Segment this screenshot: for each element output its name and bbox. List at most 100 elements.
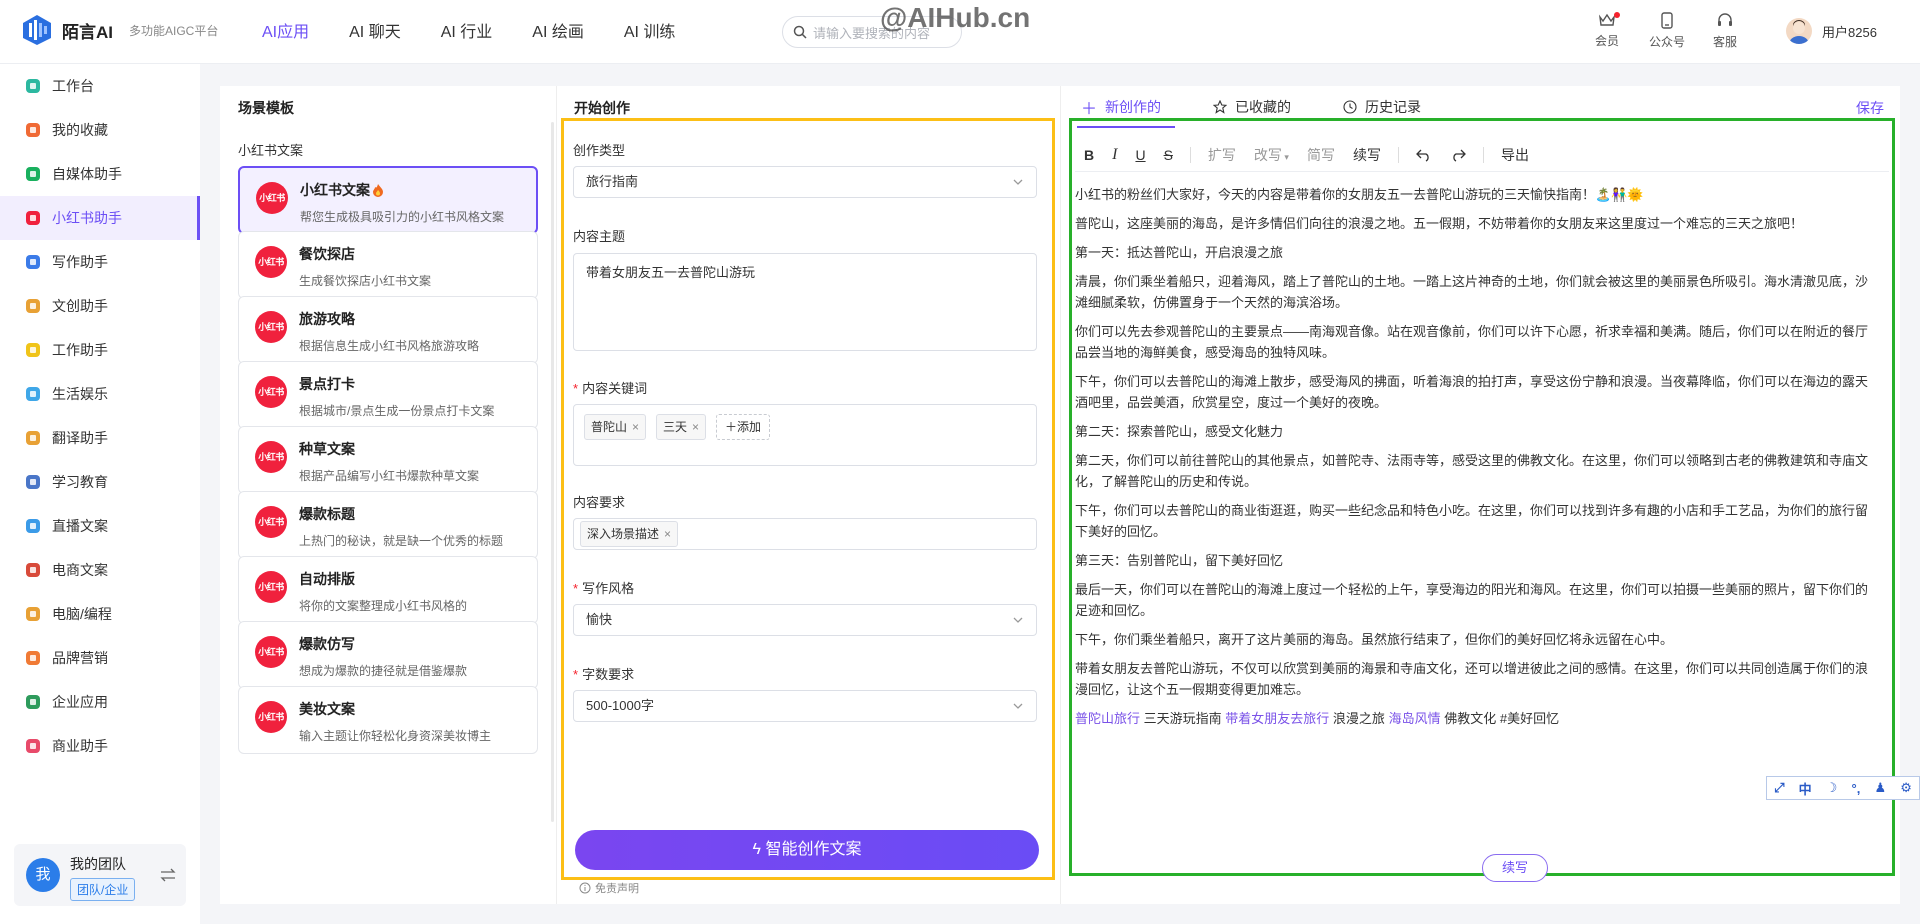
logo[interactable]: 陌言AI 多功能AIGC平台 [22,14,218,46]
sidebar-item[interactable]: 生活娱乐 [0,372,200,416]
requirement-tag-label: 深入场景描述 [587,527,660,541]
editor-content[interactable]: 小红书的粉丝们大家好，今天的内容是带着你的女朋友五一去普陀山游玩的三天愉快指南！… [1075,184,1879,808]
sidebar-item[interactable]: 学习教育 [0,460,200,504]
template-card[interactable]: 小红书 旅游攻略 根据信息生成小红书风格旅游攻略 [238,296,538,364]
top-bar: 陌言AI 多功能AIGC平台 AI应用 AI 聊天 AI 行业 AI 绘画 AI… [0,0,1920,64]
workbench-icon [26,79,40,93]
strike-button[interactable]: S [1155,147,1182,163]
gear-icon[interactable]: ⚙ [1900,780,1912,796]
close-icon[interactable]: × [632,420,639,434]
nav-ai-training[interactable]: AI 训练 [624,0,676,64]
export-button[interactable]: 导出 [1492,145,1538,165]
sidebar-item[interactable]: 小红书助手 [0,196,200,240]
template-card-desc: 上热门的秘诀，就是缺一个优秀的标题 [299,534,504,548]
member-button[interactable]: 会员 [1582,12,1632,49]
topic-textarea[interactable]: 带着女朋友五一去普陀山游玩 [573,253,1037,351]
sidebar-item[interactable]: 文创助手 [0,284,200,328]
expand-button[interactable]: 扩写 [1199,145,1245,165]
sidebar-item[interactable]: 我的收藏 [0,108,200,152]
logo-icon [23,15,51,45]
team-tag: 团队/企业 [70,878,136,901]
sidebar-item[interactable]: 企业应用 [0,680,200,724]
keywords-input[interactable]: 普陀山 × 三天 × ＋添加 [573,404,1037,466]
switch-icon[interactable] [160,868,176,882]
sidebar-item-label: 商业助手 [52,738,108,754]
nav-ai-apps[interactable]: AI应用 [262,0,309,64]
template-card[interactable]: 小红书 小红书文案 帮您生成极具吸引力的小红书风格文案 [238,166,538,234]
underline-button[interactable]: U [1126,147,1154,163]
content-paragraph: 你们可以先去参观普陀山的主要景点——南海观音像。站在观音像前，你们可以许下心愿，… [1075,324,1869,360]
xiaohongshu-icon: 小红书 [255,246,287,278]
template-card[interactable]: 小红书 餐饮探店 生成餐饮探店小红书文案 [238,231,538,299]
continue-write-button[interactable]: 续写 [1344,145,1390,165]
sidebar-item[interactable]: 品牌营销 [0,636,200,680]
generate-button[interactable]: ϟ 智能创作文案 [575,830,1039,870]
scrollbar[interactable] [551,122,554,822]
sidebar-item[interactable]: 写作助手 [0,240,200,284]
close-icon[interactable]: × [664,527,671,541]
nav-ai-industry[interactable]: AI 行业 [441,0,493,64]
simplify-button[interactable]: 简写 [1298,145,1344,165]
type-select[interactable]: 旅行指南 [573,166,1037,198]
requirement-tag[interactable]: 深入场景描述 × [580,521,679,547]
creation-form-panel: 开始创作 创作类型 旅行指南 内容主题 带着女朋友五一去普陀山游玩 * 内容关键词… [556,86,1060,904]
content-paragraph: 第二天，你们可以前往普陀山的其他景点，如普陀寺、法雨寺等，感受这里的佛教文化。在… [1075,453,1869,489]
keyword-tag[interactable]: 三天 × [656,414,707,440]
content-paragraph: 清晨，你们乘坐着船只，迎着海风，踏上了普陀山的土地。一踏上这片神奇的土地，你们就… [1075,274,1869,310]
sidebar-item[interactable]: 电商文案 [0,548,200,592]
close-icon[interactable]: × [692,420,699,434]
official-account-button[interactable]: 公众号 [1642,12,1692,50]
template-card[interactable]: 小红书 景点打卡 根据城市/景点生成一份景点打卡文案 [238,361,538,429]
sidebar-item[interactable]: 商业助手 [0,724,200,768]
paragraph-list: 小红书的粉丝们大家好，今天的内容是带着你的女朋友五一去普陀山游玩的三天愉快指南！… [1075,184,1879,700]
add-keyword-button[interactable]: ＋添加 [716,414,771,440]
style-select[interactable]: 愉快 [573,604,1037,636]
template-card[interactable]: 小红书 爆款仿写 想成为爆款的捷径就是借鉴爆款 [238,621,538,689]
undo-button[interactable] [1407,148,1441,162]
keyword-tag[interactable]: 普陀山 × [584,414,647,440]
ime-toolbar[interactable]: ⤢ 中 ☽ °, ♟ ⚙ [1766,776,1920,800]
ime-lang[interactable]: 中 [1799,779,1812,798]
disclaimer-link[interactable]: 免责声明 [579,880,639,896]
ime-expand-icon[interactable]: ⤢ [1774,780,1784,796]
topic-label: 内容主题 [573,229,626,244]
template-card-title: 餐饮探店 [299,244,355,264]
sidebar-list: 工作台我的收藏 自媒体助手 小红书助手 写作助手 文创助手 工作助手 生活娱乐 翻译助手 学习教… [0,64,200,768]
words-label: * 字数要求 [573,667,635,682]
team-card[interactable]: 我 我的团队 团队/企业 [14,844,186,906]
user-icon[interactable]: ♟ [1874,780,1886,796]
form-highlight-frame [561,118,1055,880]
book-icon [26,255,40,269]
save-button[interactable]: 保存 [1856,98,1884,118]
punctuation-icon[interactable]: °, [1852,781,1861,796]
redo-icon [1453,149,1466,162]
rewrite-button[interactable]: 改写 ▾ [1245,145,1298,165]
sidebar-item[interactable]: 工作助手 [0,328,200,372]
continue-button[interactable]: 续写 [1482,854,1548,882]
customer-service-button[interactable]: 客服 [1700,12,1750,50]
sidebar-item[interactable]: 工作台 [0,64,200,108]
words-select[interactable]: 500-1000字 [573,690,1037,722]
keywords-label: * 内容关键词 [573,381,648,396]
template-card[interactable]: 小红书 美妆文案 输入主题让你轻松化身资深美妆博主 [238,686,538,754]
template-card-desc: 根据产品编写小红书爆款种草文案 [299,469,480,483]
xiaohongshu-icon: 小红书 [255,701,287,733]
template-card-desc: 想成为爆款的捷径就是借鉴爆款 [299,664,468,678]
requirement-input[interactable]: 深入场景描述 × [573,518,1037,550]
bold-button[interactable]: B [1075,147,1103,163]
sidebar-item[interactable]: 直播文案 [0,504,200,548]
user-menu[interactable]: 用户8256 [1786,18,1877,44]
nav-ai-drawing[interactable]: AI 绘画 [532,0,584,64]
moon-icon[interactable]: ☽ [1826,780,1838,796]
content-paragraph: 下午，你们可以去普陀山的商业街逛逛，购买一些纪念品和特色小吃。在这里，你们可以找… [1075,503,1869,539]
sidebar-item[interactable]: 电脑/编程 [0,592,200,636]
template-card[interactable]: 小红书 种草文案 根据产品编写小红书爆款种草文案 [238,426,538,494]
sidebar-item[interactable]: 翻译助手 [0,416,200,460]
nav-ai-chat[interactable]: AI 聊天 [349,0,401,64]
redo-button[interactable] [1441,148,1475,162]
template-card[interactable]: 小红书 自动排版 将你的文案整理成小红书风格的 [238,556,538,624]
sidebar-item-label: 工作台 [52,78,94,94]
sidebar-item[interactable]: 自媒体助手 [0,152,200,196]
italic-button[interactable]: I [1103,146,1126,164]
template-card[interactable]: 小红书 爆款标题 上热门的秘诀，就是缺一个优秀的标题 [238,491,538,559]
